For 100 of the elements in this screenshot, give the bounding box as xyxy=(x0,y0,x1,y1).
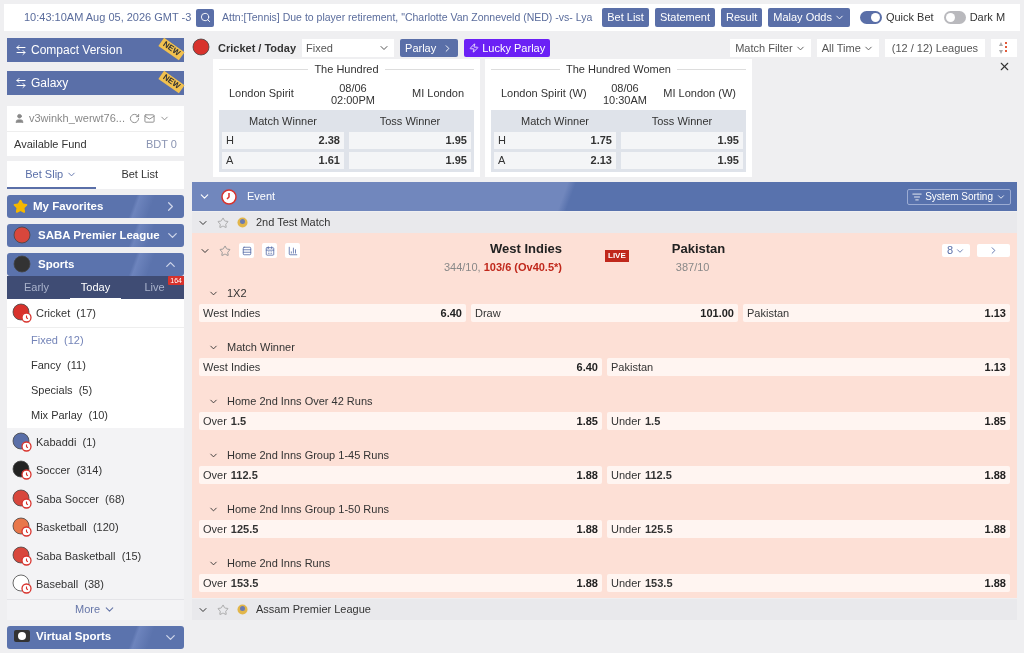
period-tab[interactable]: Early xyxy=(11,276,62,299)
banner-label: Compact Version xyxy=(31,42,123,59)
sub-item[interactable]: Fancy (11) xyxy=(7,352,184,378)
live-badge: LIVE xyxy=(605,250,629,262)
close-icon[interactable] xyxy=(998,60,1011,73)
odds-button[interactable]: 1.95 xyxy=(621,151,743,169)
sorting-dropdown[interactable]: System Sorting xyxy=(907,188,1011,205)
more-button[interactable]: More xyxy=(7,598,184,620)
odds-button[interactable]: A 2.13 xyxy=(494,151,616,169)
sport-label: Cricket (17) xyxy=(36,305,96,321)
sidebar-section-header[interactable]: Sports xyxy=(7,253,184,276)
odds-button[interactable]: 1.95 xyxy=(349,131,471,149)
match-time: 10:30AM xyxy=(602,93,647,106)
odds-button[interactable]: Pakistan 1.13 xyxy=(743,304,1010,322)
sport-item[interactable]: Cricket (17) xyxy=(7,299,184,328)
odds-button[interactable]: A 1.61 xyxy=(222,151,344,169)
filter-dropdown[interactable]: All Time xyxy=(816,39,879,57)
nav-button[interactable]: Bet List xyxy=(602,8,649,27)
odds-button[interactable]: 1.95 xyxy=(621,131,743,149)
screen-icon xyxy=(13,629,31,645)
toggle-switch[interactable] xyxy=(859,11,882,24)
odds-button[interactable]: Under 112.5 1.88 xyxy=(607,466,1010,484)
market-select[interactable]: Fixed xyxy=(302,39,395,57)
selection-label: Over 1.5 xyxy=(203,413,247,429)
odds-button[interactable]: 1.95 xyxy=(349,151,471,169)
market-title: 1X2 xyxy=(227,286,247,302)
star-icon[interactable] xyxy=(217,603,229,616)
team-name: London Spirit xyxy=(229,86,294,102)
odds-button[interactable]: Over 1.5 1.85 xyxy=(199,412,602,430)
slip-tab[interactable]: Bet Slip xyxy=(7,161,96,189)
odds-value: 1.88 xyxy=(576,521,598,537)
odds-button[interactable]: Pakistan 1.13 xyxy=(607,358,1010,376)
sort-button[interactable] xyxy=(991,39,1017,57)
market-title: Home 2nd Inns Runs xyxy=(227,556,331,572)
sub-item[interactable]: Mix Parlay (10) xyxy=(7,402,184,428)
parlay-button[interactable]: Parlay xyxy=(400,39,459,57)
featured-card[interactable]: The Hundred London Spirit 08/06 02:00PM MI London Match Winner Toss Winner H 2.38 1.95 A 1.61 1.95 xyxy=(213,59,480,177)
filter-dropdown[interactable]: Match Filter xyxy=(730,39,811,57)
sport-item[interactable]: Soccer (314) xyxy=(7,456,184,485)
sport-item[interactable]: Baseball (38) xyxy=(7,570,184,599)
nav-button[interactable]: Result xyxy=(721,8,763,27)
odds-button[interactable]: West Indies 6.40 xyxy=(199,358,602,376)
league-row[interactable]: Assam Premier League xyxy=(192,599,1017,620)
sub-item[interactable]: Specials (5) xyxy=(7,377,184,403)
sidebar-section-header[interactable]: SABA Premier League xyxy=(7,224,184,247)
section-title: My Favorites xyxy=(33,198,105,214)
odds-value: 101.00 xyxy=(700,305,734,321)
team-name: MI London xyxy=(412,86,464,102)
star-icon[interactable] xyxy=(219,244,231,257)
odds-button[interactable]: Draw 101.00 xyxy=(471,304,738,322)
odds-button[interactable]: Under 125.5 1.88 xyxy=(607,520,1010,538)
sport-label: Saba Basketball (15) xyxy=(36,548,142,564)
odds-value: 1.95 xyxy=(445,132,467,148)
more-markets-button[interactable]: 8 xyxy=(941,244,970,257)
sport-label: Basketball (120) xyxy=(36,520,119,535)
selection-label: Under 125.5 xyxy=(611,521,673,537)
sidebar-section-header[interactable]: My Favorites xyxy=(7,195,184,218)
leagues-button[interactable]: (12 / 12) Leagues xyxy=(884,39,985,57)
refresh-icon[interactable] xyxy=(129,113,140,124)
sport-item[interactable]: Saba Soccer (68) xyxy=(7,484,184,513)
star-icon[interactable] xyxy=(217,216,229,229)
league-name: Assam Premier League xyxy=(256,602,371,618)
fund-label: Available Fund xyxy=(14,136,87,152)
odds-value: 1.88 xyxy=(984,467,1006,483)
selection-label: Over 112.5 xyxy=(203,467,258,483)
odds-button[interactable]: Under 153.5 1.88 xyxy=(607,574,1010,592)
featured-card[interactable]: The Hundred Women London Spirit (W) 08/06 10:30AM MI London (W) Match Winner Toss Winner H 1.75 1.95 A 2.13 1.95 xyxy=(485,59,752,177)
sidebar-section-header[interactable]: Virtual Sports xyxy=(7,625,184,649)
market-title: Home 2nd Inns Group 1-45 Runs xyxy=(227,448,390,464)
sport-item[interactable]: Basketball (120) xyxy=(7,513,184,542)
slip-tab[interactable]: Bet List xyxy=(95,161,184,189)
sport-item[interactable]: Saba Basketball (15) xyxy=(7,541,184,570)
mail-icon[interactable] xyxy=(144,113,155,124)
toggle-switch[interactable] xyxy=(943,11,966,24)
side-label: A xyxy=(226,152,234,168)
sort-icon xyxy=(912,191,923,202)
banner-label: Galaxy xyxy=(31,75,69,92)
odds-value: 6.40 xyxy=(440,305,462,321)
league-name: 2nd Test Match xyxy=(256,215,331,231)
switch-icon xyxy=(15,77,27,89)
sport-item[interactable]: Kabaddi (1) xyxy=(7,427,184,456)
chevron-icon[interactable] xyxy=(208,504,219,515)
odds-button[interactable]: H 2.38 xyxy=(222,131,344,149)
odds-button[interactable]: West Indies 6.40 xyxy=(199,304,466,322)
odds-button[interactable]: H 1.75 xyxy=(494,131,616,149)
odds-dropdown[interactable]: Malay Odds xyxy=(768,8,850,27)
nav-button[interactable]: Statement xyxy=(654,8,716,27)
breadcrumb: Cricket / Today xyxy=(218,40,297,56)
lightning-icon xyxy=(469,43,480,53)
news-ticker: Attn:[Tennis] Due to player retirement, "Charlotte Van Zonneveld (NED) -vs- Lya xyxy=(222,9,593,25)
lucky-parlay-button[interactable]: Lucky Parlay xyxy=(464,39,551,57)
odds-button[interactable]: Under 1.5 1.85 xyxy=(607,412,1010,430)
market-title: Home 2nd Inns Group 1-50 Runs xyxy=(227,502,390,518)
sub-item[interactable]: Fixed (12) xyxy=(7,327,184,353)
search-button[interactable] xyxy=(196,8,214,27)
league-row[interactable]: 2nd Test Match xyxy=(192,212,1017,233)
clock-icon xyxy=(221,188,237,205)
odds-button[interactable]: Over 125.5 1.88 xyxy=(199,520,602,538)
odds-button[interactable]: Over 153.5 1.88 xyxy=(199,574,602,592)
odds-button[interactable]: Over 112.5 1.88 xyxy=(199,466,602,484)
